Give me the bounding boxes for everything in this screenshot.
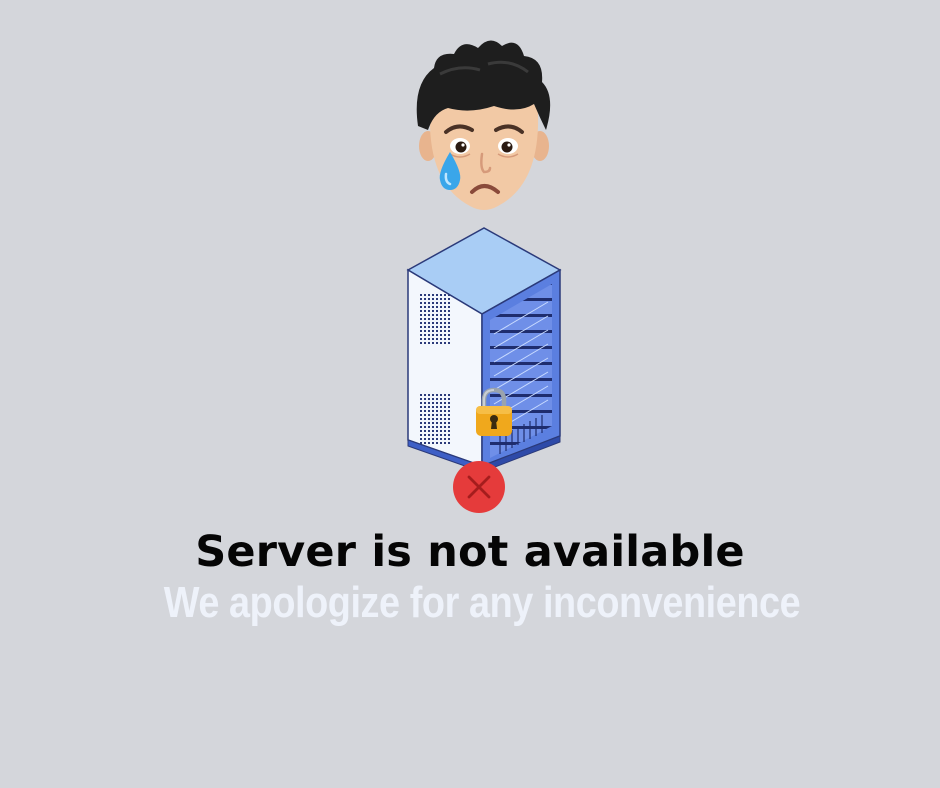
crying-avatar-icon bbox=[416, 40, 551, 210]
server-rack-icon bbox=[406, 227, 562, 473]
close-icon bbox=[453, 461, 505, 513]
padlock-icon bbox=[476, 387, 512, 436]
error-title: Server is not available bbox=[195, 527, 745, 577]
error-subtitle: We apologize for any inconvenience bbox=[163, 578, 801, 627]
